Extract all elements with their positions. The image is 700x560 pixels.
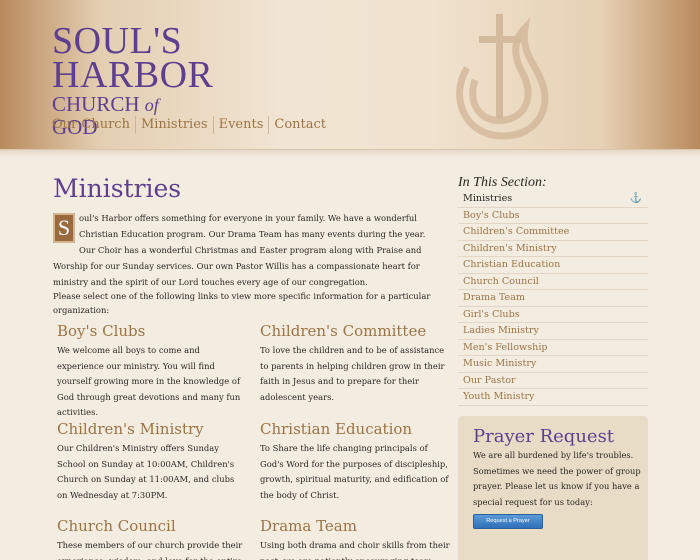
section-nav-item-girls-clubs[interactable]: Girl's Clubs bbox=[458, 307, 648, 323]
intro-paragraph: Soul's Harbor offers something for every… bbox=[53, 210, 440, 290]
ministry-description: To Share the life changing principals of… bbox=[260, 443, 449, 500]
prayer-request-title: Prayer Request bbox=[473, 426, 615, 447]
ministry-description: To love the children and to be of assist… bbox=[260, 345, 445, 402]
ministry-description: These members of our church provide thei… bbox=[57, 540, 243, 560]
dropcap: S bbox=[53, 213, 75, 243]
prayer-request-text: We are all burdened by life's troubles. … bbox=[473, 450, 641, 507]
nav-our-church[interactable]: Our Church bbox=[52, 116, 135, 134]
ministry-title[interactable]: Children's Committee bbox=[260, 321, 450, 341]
section-nav-item-childrens-ministry[interactable]: Children's Ministry bbox=[458, 241, 648, 257]
intro-text: oul's Harbor offers something for everyo… bbox=[53, 213, 426, 287]
section-nav-item-mens-fellowship[interactable]: Men's Fellowship bbox=[458, 340, 648, 356]
nav-events[interactable]: Events bbox=[212, 116, 269, 134]
request-prayer-button[interactable]: Request a Prayer bbox=[473, 514, 543, 529]
ministry-boys-clubs: Boy's Clubs We welcome all boys to come … bbox=[57, 321, 247, 421]
ministry-description: Using both drama and choir skills from t… bbox=[260, 540, 450, 560]
ministry-title[interactable]: Christian Education bbox=[260, 419, 450, 439]
section-nav-item-drama-team[interactable]: Drama Team bbox=[458, 290, 648, 307]
ministry-drama-team: Drama Team Using both drama and choir sk… bbox=[260, 516, 450, 560]
section-nav: Ministries ⚓ Boy's Clubs Children's Commi… bbox=[458, 191, 648, 406]
ministry-description: Our Children's Ministry offers Sunday Sc… bbox=[57, 443, 235, 500]
ministry-description: We welcome all boys to come and experien… bbox=[57, 345, 241, 417]
ministry-title[interactable]: Drama Team bbox=[260, 516, 450, 536]
ministry-christian-education: Christian Education To Share the life ch… bbox=[260, 419, 450, 503]
nav-contact[interactable]: Contact bbox=[268, 116, 331, 134]
ministry-church-council: Church Council These members of our chur… bbox=[57, 516, 247, 560]
page-title: Ministries bbox=[53, 174, 182, 203]
section-nav-item-church-council[interactable]: Church Council bbox=[458, 274, 648, 290]
nav-ministries[interactable]: Ministries bbox=[134, 116, 213, 134]
site-header: SOUL'S HARBOR CHURCH of GOD Our Church M… bbox=[0, 0, 700, 157]
church-emblem-icon bbox=[456, 14, 549, 140]
section-nav-title: In This Section: bbox=[458, 175, 547, 190]
section-nav-item-ministries[interactable]: Ministries ⚓ bbox=[458, 191, 648, 208]
logo-line-2: HARBOR bbox=[52, 54, 214, 96]
ministry-title[interactable]: Church Council bbox=[57, 516, 247, 536]
section-nav-item-music-ministry[interactable]: Music Ministry bbox=[458, 356, 648, 373]
section-nav-item-ladies-ministry[interactable]: Ladies Ministry bbox=[458, 323, 648, 340]
section-nav-item-youth-ministry[interactable]: Youth Ministry bbox=[458, 389, 648, 406]
section-nav-item-childrens-committee[interactable]: Children's Committee bbox=[458, 224, 648, 241]
section-nav-item-boys-clubs[interactable]: Boy's Clubs bbox=[458, 208, 648, 224]
ministry-childrens-ministry: Children's Ministry Our Children's Minis… bbox=[57, 419, 247, 503]
anchor-icon: ⚓ bbox=[629, 193, 642, 204]
ministry-childrens-committee: Children's Committee To love the childre… bbox=[260, 321, 450, 405]
section-nav-item-christian-education[interactable]: Christian Education bbox=[458, 257, 648, 274]
main-nav: Our Church Ministries Events Contact bbox=[52, 116, 331, 134]
section-nav-item-our-pastor[interactable]: Our Pastor bbox=[458, 373, 648, 389]
logo-line-1: SOUL'S bbox=[52, 20, 183, 62]
ministry-title[interactable]: Children's Ministry bbox=[57, 419, 247, 439]
select-instructions: Please select one of the following links… bbox=[53, 291, 431, 315]
ministry-title[interactable]: Boy's Clubs bbox=[57, 321, 247, 341]
prayer-request-box: Prayer Request We are all burdened by li… bbox=[458, 416, 648, 560]
